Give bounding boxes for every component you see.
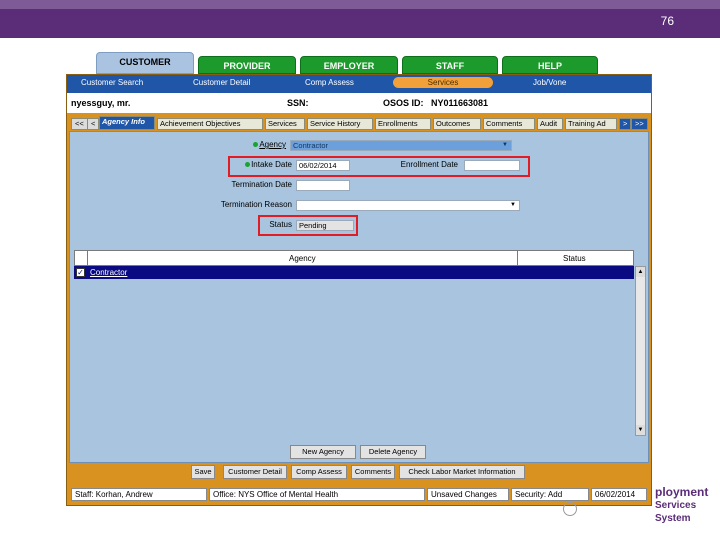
customer-detail-button[interactable]: Customer Detail [223, 465, 287, 479]
tab-last-nav[interactable]: >> [631, 118, 648, 130]
tab-achievement-objectives[interactable]: Achievement Objectives [157, 118, 263, 130]
termination-reason-select[interactable]: ▼ [296, 200, 520, 211]
tab-training-ad[interactable]: Training Ad [565, 118, 617, 130]
logo-line-2: Services System [655, 500, 697, 524]
status-bar: Staff: Korhan, Andrew Office: NYS Office… [69, 487, 649, 503]
status-office: Office: NYS Office of Mental Health [209, 488, 425, 501]
tab-outcomes[interactable]: Outcomes [433, 118, 481, 130]
chevron-down-icon: ▼ [502, 142, 508, 148]
tab-prev-nav[interactable]: < [87, 118, 100, 130]
required-icon [253, 142, 259, 147]
tab-agency-info[interactable]: Agency Info [99, 116, 155, 130]
delete-agency-button[interactable]: Delete Agency [360, 445, 426, 459]
tab-services[interactable]: Services [265, 118, 305, 130]
customer-name: nyessguy, mr. [71, 98, 131, 108]
application-window: Customer Search Customer Detail Comp Ass… [66, 74, 652, 506]
ssn-label: SSN: [287, 98, 309, 108]
highlight-box-status [258, 215, 358, 236]
row-checkbox[interactable]: ✓ [76, 268, 85, 277]
agency-label: Agency [259, 140, 286, 149]
row-agency-link[interactable]: Contractor [90, 268, 127, 277]
agency-select-value: Contractor [293, 141, 329, 150]
status-date: 06/02/2014 [591, 488, 647, 501]
grid-header: Agency Status [74, 250, 634, 266]
termination-date-label: Termination Date [231, 180, 292, 189]
highlight-box-dates [228, 156, 530, 177]
chevron-down-icon: ▼ [510, 202, 516, 208]
section-tabs: << < Agency Info Achievement Objectives … [69, 115, 649, 131]
logo-mark-icon [563, 502, 577, 516]
subnav-comp-assess[interactable]: Comp Assess [305, 78, 354, 87]
customer-info-bar: nyessguy, mr. SSN: OSOS ID: NY011663081 [67, 93, 651, 113]
tab-first-nav[interactable]: << [71, 118, 88, 130]
status-security: Security: Add [511, 488, 589, 501]
tab-enrollments[interactable]: Enrollments [375, 118, 431, 130]
agency-grid: Agency Status ✓ Contractor [74, 250, 634, 436]
new-agency-button[interactable]: New Agency [290, 445, 356, 459]
module-tab-help[interactable]: HELP [502, 56, 598, 74]
termination-reason-label: Termination Reason [220, 200, 292, 209]
slide-header-stripe [0, 0, 720, 9]
page-number: 76 [660, 14, 674, 28]
subnav-jobzone[interactable]: Job/Vone [533, 78, 566, 87]
column-header-agency[interactable]: Agency [289, 254, 316, 263]
osos-id: NY011663081 [431, 98, 489, 108]
tab-service-history[interactable]: Service History [307, 118, 373, 130]
module-tab-customer[interactable]: CUSTOMER [96, 52, 194, 74]
column-header-status[interactable]: Status [563, 254, 586, 263]
grid-scrollbar[interactable]: ▲ ▼ [635, 266, 646, 436]
subnav-customer-search[interactable]: Customer Search [81, 78, 143, 87]
save-button[interactable]: Save [191, 465, 215, 479]
tab-next-nav[interactable]: > [619, 118, 632, 130]
agency-label-wrap: Agency [230, 140, 286, 149]
osos-label: OSOS ID: [383, 98, 424, 108]
comments-button[interactable]: Comments [351, 465, 395, 479]
tab-audit[interactable]: Audit [537, 118, 563, 130]
agency-info-panel: Agency Contractor ▼ Intake Date 06/02/201… [69, 131, 649, 463]
status-staff: Staff: Korhan, Andrew [71, 488, 207, 501]
tab-comments[interactable]: Comments [483, 118, 535, 130]
check-labor-market-button[interactable]: Check Labor Market Information [399, 465, 525, 479]
scroll-up-icon[interactable]: ▲ [636, 267, 645, 277]
module-tab-provider[interactable]: PROVIDER [198, 56, 296, 74]
comp-assess-button[interactable]: Comp Assess [291, 465, 347, 479]
logo-line-1: ployment [655, 485, 709, 499]
termination-date-field[interactable] [296, 180, 350, 191]
subnav-services[interactable]: Services [393, 77, 493, 88]
logo: ployment Services System [655, 486, 720, 525]
subnav-customer-detail[interactable]: Customer Detail [193, 78, 250, 87]
scroll-down-icon[interactable]: ▼ [636, 425, 645, 435]
table-row[interactable]: ✓ Contractor [74, 266, 634, 279]
module-tab-employer[interactable]: EMPLOYER [300, 56, 398, 74]
status-changes: Unsaved Changes [427, 488, 509, 501]
sub-navigation: Customer Search Customer Detail Comp Ass… [67, 75, 651, 93]
module-tab-staff[interactable]: STAFF [402, 56, 498, 74]
agency-select[interactable]: Contractor ▼ [290, 140, 512, 151]
